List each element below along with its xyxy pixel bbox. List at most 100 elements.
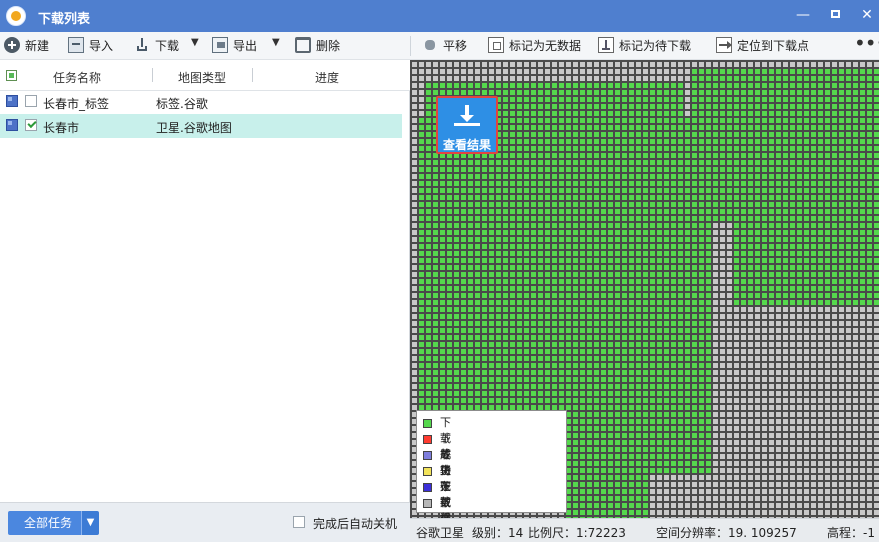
download-dropdown-icon[interactable]: ▼ [191,37,199,48]
tile-cell [671,230,676,235]
all-tasks-dropdown-icon[interactable]: ▼ [81,511,99,535]
tile-cell [804,258,809,263]
tile-cell [846,454,851,459]
mark-pending-label: 标记为待下载 [619,39,692,53]
map-view[interactable]: 查看结果 下载成功 下载失败 等待下载 正在下载 无数据 被过滤 [410,60,879,518]
tile-cell [552,272,557,277]
download-button[interactable]: 下载 [134,37,179,55]
tile-cell [769,97,774,102]
tile-cell [818,223,823,228]
table-row[interactable]: 长春市 卫星.谷歌地图 [0,114,402,138]
mark-pending-button[interactable]: 标记为待下载 [598,37,691,55]
tile-cell [720,349,725,354]
tile-cell [692,153,697,158]
tile-cell [671,482,676,487]
tile-cell [671,405,676,410]
tile-cell [853,377,858,382]
tile-cell [643,349,648,354]
tile-cell [846,391,851,396]
tile-cell [741,370,746,375]
tile-cell [874,125,879,130]
tile-cell [601,125,606,130]
tile-cell [664,153,669,158]
tile-cell [657,167,662,172]
tile-cell [475,321,480,326]
tile-cell [797,349,802,354]
tile-cell [580,223,585,228]
select-all-checkbox[interactable] [6,70,17,81]
mark-no-data-button[interactable]: 标记为无数据 [488,37,581,55]
tile-cell [580,258,585,263]
export-dropdown-icon[interactable]: ▼ [272,37,280,48]
tile-cell [503,153,508,158]
tile-cell [839,153,844,158]
tile-cell [797,216,802,221]
tile-cell [601,405,606,410]
tile-cell [615,496,620,501]
tile-cell [839,237,844,242]
tile-cell [755,97,760,102]
tile-cell [496,188,501,193]
tile-cell [517,398,522,403]
tile-cell [517,118,522,123]
table-row[interactable]: 长春市_标签 标签.谷歌 [0,90,402,114]
task-checkbox[interactable] [25,119,37,131]
tile-cell [678,454,683,459]
pan-button[interactable]: 平移 [422,37,467,55]
minimize-button[interactable]: — [794,6,812,24]
tile-cell [727,510,732,515]
tile-cell [664,377,669,382]
export-button[interactable]: 导出 [212,37,257,55]
more-options-icon[interactable]: ••• [854,33,879,53]
tile-cell [797,118,802,123]
tile-cell [860,286,865,291]
tile-cell [699,188,704,193]
tile-cell [608,419,613,424]
tile-cell [468,328,473,333]
view-result-button[interactable]: 查看结果 [436,96,498,154]
tile-cell [769,90,774,95]
delete-button[interactable]: 删除 [295,37,340,55]
locate-download-point-button[interactable]: 定位到下载点 [716,37,809,55]
tile-cell [853,286,858,291]
tile-cell [510,244,515,249]
auto-shutdown-checkbox[interactable] [293,516,305,528]
tile-cell [797,132,802,137]
tile-cell [839,188,844,193]
tile-cell [867,139,872,144]
tile-cell [657,300,662,305]
all-tasks-button[interactable]: 全部任务 [8,511,88,535]
tile-cell [426,69,431,74]
tile-cell [664,328,669,333]
tile-cell [699,300,704,305]
tile-cell [664,426,669,431]
tile-cell [461,307,466,312]
tile-cell [496,363,501,368]
task-checkbox[interactable] [25,95,37,107]
tile-cell [874,454,879,459]
tile-cell [475,69,480,74]
close-button[interactable]: ✕ [858,6,876,24]
tile-cell [783,132,788,137]
tile-cell [867,132,872,137]
maximize-button[interactable] [826,6,844,24]
tile-cell [811,69,816,74]
tile-cell [804,440,809,445]
tile-cell [531,125,536,130]
import-button[interactable]: 导入 [68,37,113,55]
tile-cell [419,265,424,270]
tile-cell [545,174,550,179]
tile-cell [762,265,767,270]
tile-cell [412,223,417,228]
tile-cell [524,118,529,123]
tile-cell [874,230,879,235]
tile-cell [846,167,851,172]
new-button[interactable]: 新建 [4,37,49,55]
tile-cell [650,321,655,326]
tile-cell [622,209,627,214]
tile-cell [853,426,858,431]
tile-cell [629,433,634,438]
tile-cell [559,377,564,382]
tile-cell [853,244,858,249]
tile-cell [601,286,606,291]
